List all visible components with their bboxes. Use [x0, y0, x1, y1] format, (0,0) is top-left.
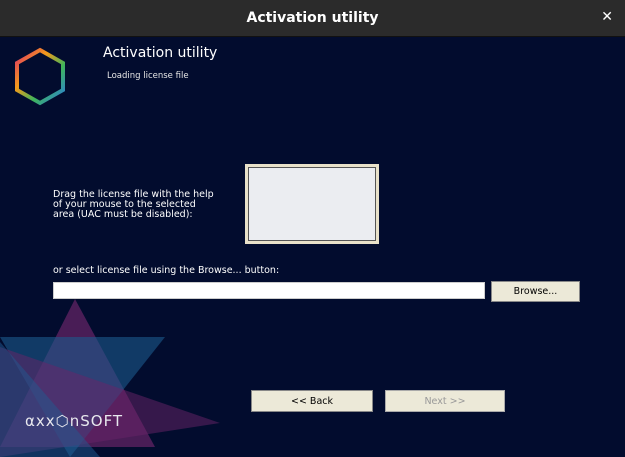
- close-icon[interactable]: ✕: [601, 9, 613, 25]
- license-drop-area[interactable]: [245, 164, 379, 244]
- browse-button[interactable]: Browse...: [491, 281, 580, 302]
- browse-instructions: or select license file using the Browse.…: [53, 265, 280, 276]
- page-title: Activation utility: [103, 45, 218, 61]
- page-subtitle: Loading license file: [107, 71, 189, 81]
- drag-instructions: Drag the license file with the help of y…: [53, 190, 214, 220]
- license-file-input[interactable]: [53, 282, 485, 299]
- drag-instructions-line: area (UAC must be disabled):: [53, 209, 193, 220]
- window-title: Activation utility: [246, 10, 379, 26]
- next-button[interactable]: Next >>: [385, 390, 505, 412]
- dialog-body: Activation utility Loading license file …: [0, 37, 625, 457]
- hexagon-logo-icon: [15, 47, 65, 106]
- axxonsoft-logo: αxx⬡nSOFT: [25, 412, 124, 430]
- title-bar: Activation utility ✕: [0, 0, 625, 37]
- back-button[interactable]: << Back: [251, 390, 373, 412]
